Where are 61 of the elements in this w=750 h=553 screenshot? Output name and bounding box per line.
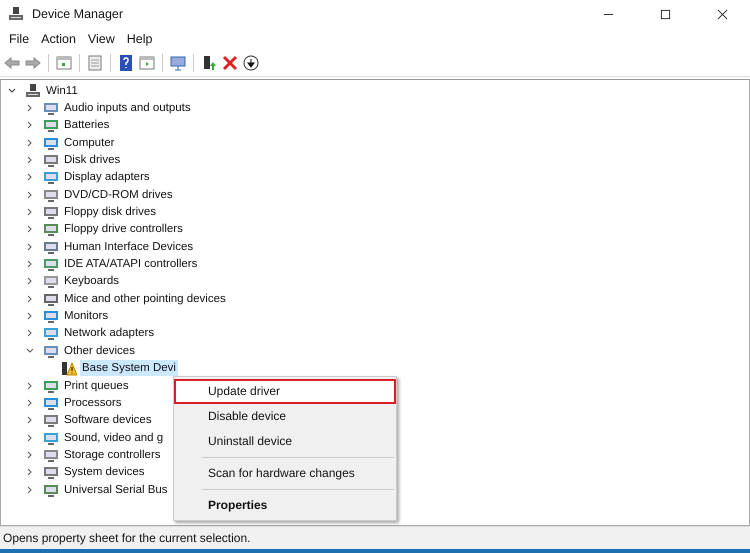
close-icon[interactable] — [717, 8, 728, 20]
menu-item[interactable]: Action — [35, 30, 82, 48]
context-menu-item[interactable]: Scan for hardware changes — [174, 461, 396, 486]
window-title: Device Manager — [32, 7, 124, 21]
tree-item[interactable]: Universal Serial Bus — [62, 482, 170, 498]
device-icon — [43, 221, 59, 238]
forward-arrow-icon[interactable] — [25, 55, 41, 71]
tree-item[interactable]: Keyboards — [62, 273, 121, 290]
add-driver-icon[interactable] — [201, 55, 217, 71]
tree-item[interactable]: Software devices — [62, 412, 154, 428]
device-icon — [43, 100, 59, 116]
tree-item[interactable]: Audio inputs and outputs — [62, 100, 193, 116]
delete-icon[interactable] — [222, 55, 238, 71]
tree-item[interactable]: Floppy disk drives — [62, 204, 158, 220]
panel-icon[interactable] — [56, 55, 72, 71]
back-arrow-icon[interactable] — [4, 55, 20, 71]
device-icon — [43, 464, 59, 480]
menu-item[interactable]: View — [82, 30, 121, 48]
tree-item[interactable]: IDE ATA/ATAPI controllers — [62, 256, 200, 272]
device-icon — [43, 256, 59, 272]
help-icon[interactable] — [118, 55, 134, 71]
tree-item[interactable]: Win11 — [44, 82, 80, 99]
tree-item[interactable]: Mice and other pointing devices — [62, 290, 228, 307]
tree-item[interactable]: Floppy drive controllers — [62, 221, 185, 238]
device-icon — [43, 412, 59, 428]
tree-item[interactable]: Computer — [62, 134, 116, 151]
tree-item[interactable]: Monitors — [62, 308, 110, 324]
tree-item[interactable]: Network adapters — [62, 325, 156, 342]
panel-icon[interactable] — [139, 55, 155, 71]
device-icon — [43, 273, 59, 290]
device-icon — [43, 152, 59, 168]
tree-item[interactable]: Processors — [62, 394, 124, 411]
tree-item[interactable]: Display adapters — [62, 169, 152, 186]
tree-item[interactable]: Batteries — [62, 117, 112, 134]
status-text: Opens property sheet for the current selection. — [3, 531, 250, 545]
monitor-scan-icon[interactable] — [170, 55, 186, 71]
properties-sheet-icon[interactable] — [87, 55, 103, 71]
context-menu-item[interactable]: Uninstall device — [174, 429, 396, 454]
download-icon[interactable] — [243, 55, 259, 71]
tree-item[interactable]: DVD/CD-ROM drives — [62, 186, 175, 203]
device-icon — [43, 169, 59, 186]
context-menu-item[interactable]: Properties — [174, 493, 396, 518]
device-manager-icon — [8, 6, 24, 22]
menu-item[interactable]: Help — [120, 30, 158, 48]
tree-item[interactable]: Other devices — [62, 342, 137, 359]
context-menu-item[interactable]: Disable device — [174, 404, 396, 429]
device-icon — [43, 204, 59, 220]
maximize-icon[interactable] — [660, 8, 671, 20]
tree-item[interactable]: System devices — [62, 464, 147, 480]
tree-item[interactable]: Print queues — [62, 378, 131, 394]
computer-icon — [25, 82, 41, 99]
tree-item[interactable]: Sound, video and g — [62, 430, 166, 446]
context-menu-item[interactable]: Update driver — [174, 379, 396, 404]
device-icon — [43, 325, 59, 342]
device-icon — [43, 117, 59, 134]
device-icon — [43, 308, 59, 324]
menu-item[interactable]: File — [3, 30, 36, 48]
tree-item[interactable]: Storage controllers — [62, 446, 163, 463]
tree-item[interactable]: Human Interface Devices — [62, 238, 196, 255]
tree-item[interactable]: Base System Devi — [80, 360, 178, 376]
tree-item[interactable]: Disk drives — [62, 152, 122, 168]
